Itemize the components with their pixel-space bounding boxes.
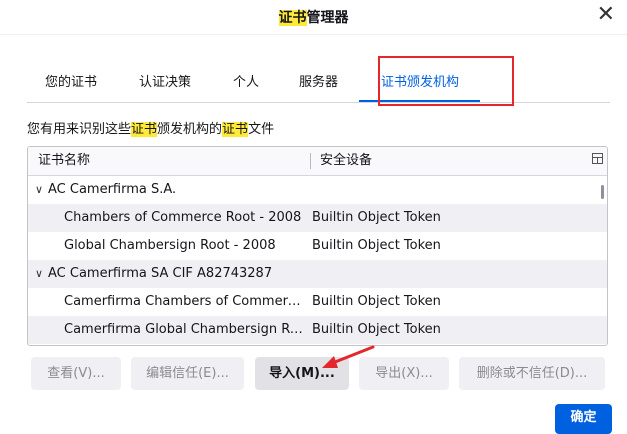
column-header-device[interactable]: 安全设备 bbox=[320, 147, 372, 175]
security-device: Builtin Object Token bbox=[312, 238, 441, 253]
tree-scrollbar[interactable] bbox=[601, 185, 604, 199]
tab-servers[interactable]: 服务器 bbox=[299, 66, 338, 102]
dialog-titlebar: 证书管理器 ✕ bbox=[0, 0, 627, 34]
column-header-name[interactable]: 证书名称 bbox=[38, 147, 90, 175]
description-text: 您有用来识别这些证书颁发机构的证书文件 bbox=[27, 118, 274, 137]
import-button[interactable]: 导入(M)... bbox=[255, 357, 349, 390]
close-icon[interactable]: ✕ bbox=[597, 4, 615, 26]
tree-body: ∨ AC Camerfirma S.A. Chambers of Commerc… bbox=[28, 176, 607, 345]
ok-button[interactable]: 确定 bbox=[555, 404, 612, 434]
security-device: Builtin Object Token bbox=[312, 322, 441, 337]
certificate-tree[interactable]: 证书名称 安全设备 ∨ AC Camerfirma S.A. Chambers … bbox=[27, 146, 608, 346]
description-highlight: 证书 bbox=[222, 122, 249, 137]
group-row[interactable]: ∨ AC Camerfirma S.A. bbox=[28, 176, 607, 204]
chevron-down-icon[interactable]: ∨ bbox=[35, 176, 43, 204]
group-name: AC Camerfirma SA CIF A82743287 bbox=[48, 266, 273, 281]
tabs-divider bbox=[27, 102, 610, 103]
edit-trust-button[interactable]: 编辑信任(E)... bbox=[131, 357, 244, 390]
security-device: Builtin Object Token bbox=[312, 294, 441, 309]
column-divider[interactable] bbox=[310, 153, 311, 169]
tree-header: 证书名称 安全设备 bbox=[28, 147, 607, 176]
description-part: 文件 bbox=[248, 122, 275, 137]
certificate-row[interactable]: Chambers of Commerce Root - 2008 Builtin… bbox=[28, 204, 607, 232]
description-highlight: 证书 bbox=[131, 122, 158, 137]
certificate-name: Camerfirma Chambers of Commerc... bbox=[64, 294, 304, 309]
dialog-title: 证书管理器 bbox=[0, 7, 627, 27]
certificate-name: Camerfirma Global Chambersign Ro... bbox=[64, 322, 304, 337]
security-device: Builtin Object Token bbox=[312, 210, 441, 225]
column-picker-icon[interactable] bbox=[592, 153, 603, 164]
tab-people[interactable]: 个人 bbox=[233, 66, 259, 102]
certificate-name: Global Chambersign Root - 2008 bbox=[64, 238, 276, 253]
title-text: 管理器 bbox=[306, 10, 349, 26]
certificate-row[interactable]: Camerfirma Global Chambersign Ro... Buil… bbox=[28, 316, 607, 344]
certificate-row[interactable]: Camerfirma Chambers of Commerc... Builti… bbox=[28, 288, 607, 316]
tab-auth-decisions[interactable]: 认证决策 bbox=[139, 66, 191, 102]
certificate-name: Chambers of Commerce Root - 2008 bbox=[64, 210, 302, 225]
title-highlight: 证书 bbox=[278, 10, 307, 26]
tab-authorities[interactable]: 证书颁发机构 bbox=[381, 66, 459, 102]
certificate-row[interactable]: Global Chambersign Root - 2008 Builtin O… bbox=[28, 232, 607, 260]
delete-or-distrust-button[interactable]: 删除或不信任(D)... bbox=[459, 357, 605, 390]
tab-your-certificates[interactable]: 您的证书 bbox=[45, 66, 97, 102]
group-name: AC Camerfirma S.A. bbox=[48, 182, 177, 197]
tab-bar: 您的证书 认证决策 个人 服务器 证书颁发机构 bbox=[27, 66, 610, 104]
description-part: 颁发机构的 bbox=[157, 122, 223, 137]
description-part: 您有用来识别这些 bbox=[27, 122, 132, 137]
view-button[interactable]: 查看(V)... bbox=[31, 357, 121, 390]
group-row[interactable]: ∨ AC Camerfirma SA CIF A82743287 bbox=[28, 260, 607, 288]
chevron-down-icon[interactable]: ∨ bbox=[35, 260, 43, 288]
titlebar-divider bbox=[0, 34, 627, 35]
export-button[interactable]: 导出(X)... bbox=[359, 357, 449, 390]
